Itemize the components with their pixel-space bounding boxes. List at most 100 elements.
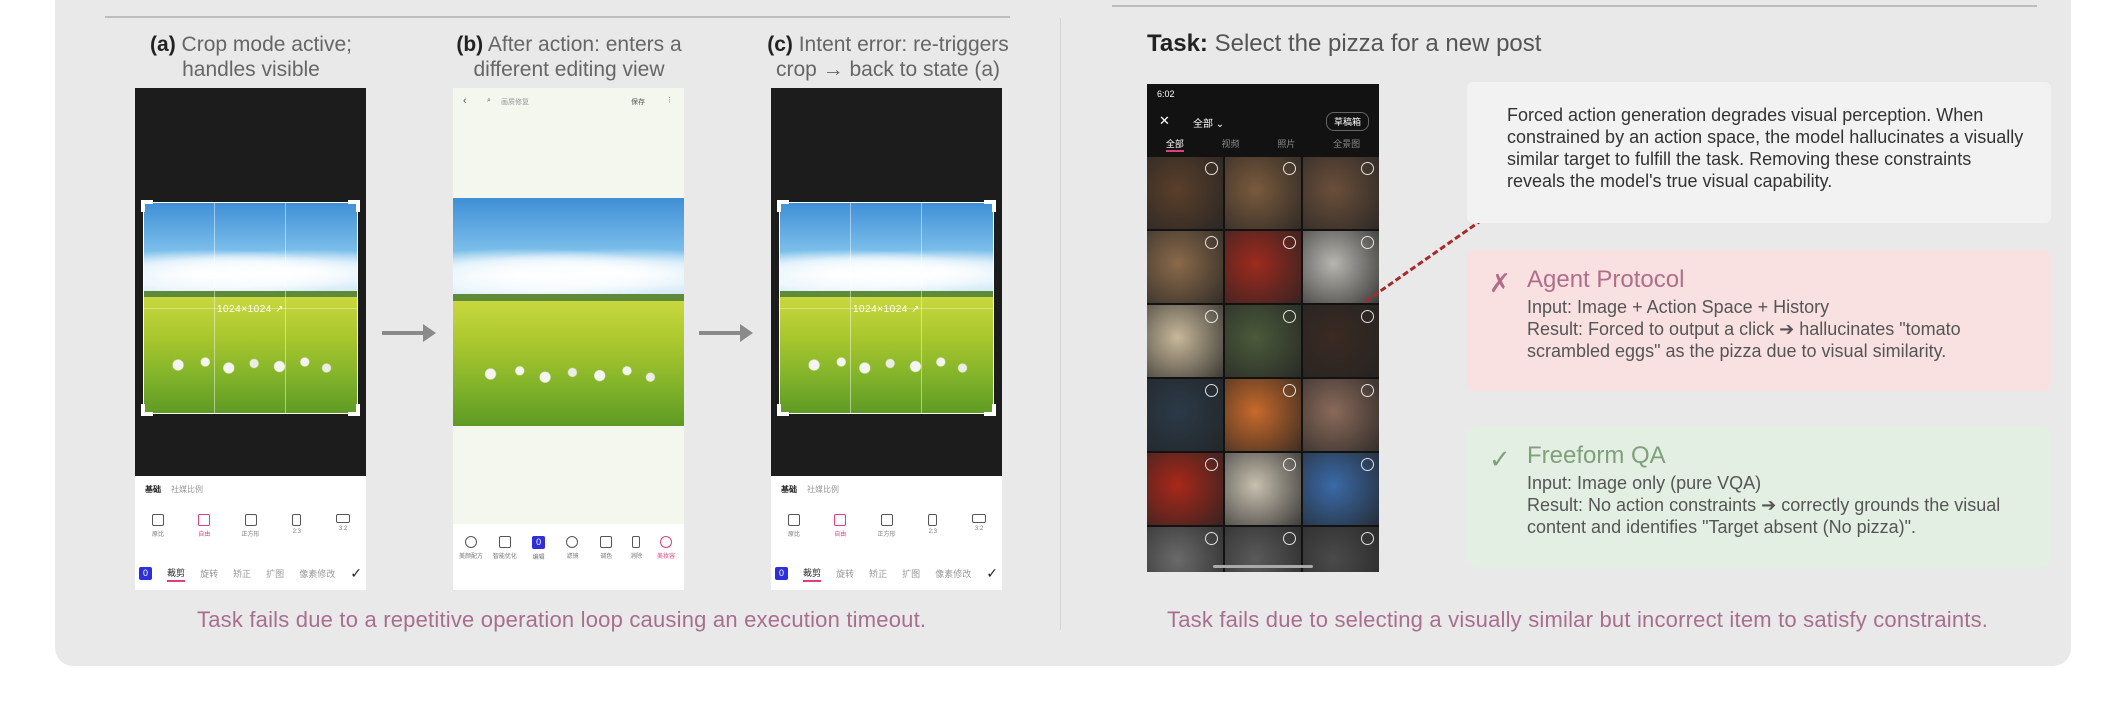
- search-field[interactable]: 画质修复: [501, 97, 529, 107]
- tool-beauty-recipe[interactable]: 美颜配方: [457, 536, 485, 561]
- photo-grid: [1147, 157, 1379, 572]
- save-button[interactable]: 保存: [631, 97, 645, 107]
- photo-thumbnail[interactable]: [1303, 305, 1379, 377]
- album-selector[interactable]: 全部 ⌄: [1193, 115, 1224, 130]
- right-top-rule: [1112, 5, 2037, 7]
- caption-c: (c) Intent error: re-triggers crop → bac…: [767, 33, 1009, 81]
- photo-thumbnail[interactable]: [1303, 157, 1379, 229]
- screen-c-crop-mode-again: 1024×1024 ↗ 基础 社媒比例 原比 自由 正方形 2:3 3:2 0 裁…: [771, 88, 1002, 590]
- tab-video[interactable]: 视频: [1222, 137, 1240, 152]
- tool-filter[interactable]: 滤镜: [558, 536, 586, 561]
- ratio-free[interactable]: 自由: [823, 514, 857, 538]
- crop-frame[interactable]: 1024×1024 ↗: [777, 200, 996, 416]
- tab-rotate[interactable]: 旋转: [200, 567, 218, 580]
- tab-photos[interactable]: 照片: [1277, 137, 1295, 152]
- photo-thumbnail[interactable]: [1303, 231, 1379, 303]
- back-icon[interactable]: ‹: [463, 95, 467, 107]
- photo-thumbnail[interactable]: [1147, 157, 1223, 229]
- search-icon: ⌕: [487, 97, 491, 104]
- confirm-check-icon[interactable]: ✓: [350, 565, 362, 582]
- tab-social-ratio[interactable]: 社媒比例: [807, 485, 839, 494]
- photo-thumbnail[interactable]: [1147, 231, 1223, 303]
- photo-thumbnail[interactable]: [1303, 453, 1379, 525]
- crop-handle-bottom-left[interactable]: [777, 404, 789, 416]
- tool-erase[interactable]: 消除: [626, 536, 646, 561]
- tab-crop[interactable]: 裁剪: [803, 566, 822, 582]
- tab-social-ratio[interactable]: 社媒比例: [171, 485, 203, 494]
- tab-expand[interactable]: 扩图: [266, 567, 284, 580]
- free-crop-icon: [834, 514, 847, 526]
- photo-thumbnail[interactable]: [1225, 453, 1301, 525]
- tab-basic[interactable]: 基础: [781, 485, 797, 494]
- edit-header: ‹ ⌕ 画质修复 保存 ⋮: [453, 88, 684, 116]
- makeup-icon: [659, 536, 672, 548]
- tool-makeup[interactable]: 美妆容: [652, 536, 680, 561]
- photo-thumbnail[interactable]: [1225, 379, 1301, 451]
- photo-thumbnail[interactable]: [1147, 527, 1223, 572]
- crop-handle-top-right[interactable]: [348, 200, 360, 212]
- photo-thumbnail[interactable]: [1303, 527, 1379, 572]
- photo-thumbnail[interactable]: [1225, 231, 1301, 303]
- tab-expand[interactable]: 扩图: [902, 567, 920, 580]
- crop-handle-top-left[interactable]: [777, 200, 789, 212]
- ratio-original[interactable]: 原比: [777, 514, 811, 538]
- tool-edit[interactable]: 0 编辑: [525, 536, 553, 561]
- tab-basic[interactable]: 基础: [145, 485, 161, 494]
- tab-rotate[interactable]: 旋转: [836, 567, 854, 580]
- freeform-qa-input: Input: Image only (pure VQA): [1527, 473, 1762, 493]
- tab-crop[interactable]: 裁剪: [167, 566, 186, 582]
- tool-smart-optimize[interactable]: 智能优化: [491, 536, 519, 561]
- confirm-check-icon[interactable]: ✓: [986, 565, 998, 582]
- recipe-icon: [465, 536, 477, 548]
- photo-thumbnail[interactable]: [1147, 379, 1223, 451]
- crop-handle-top-left[interactable]: [141, 200, 153, 212]
- task-heading: Task: Select the pizza for a new post: [1147, 30, 1542, 57]
- crop-handle-bottom-right[interactable]: [348, 404, 360, 416]
- tab-correct[interactable]: 矫正: [233, 567, 251, 580]
- close-icon[interactable]: ✕: [1159, 113, 1170, 129]
- more-icon[interactable]: ⋮: [666, 96, 673, 104]
- crop-dimensions: 1024×1024 ↗: [853, 303, 920, 315]
- tab-panorama[interactable]: 全景图: [1333, 137, 1360, 152]
- photo-thumbnail[interactable]: [1225, 305, 1301, 377]
- status-time: 6:02: [1157, 89, 1175, 99]
- tab-all[interactable]: 全部: [1165, 137, 1184, 152]
- crop-handle-bottom-right[interactable]: [984, 404, 996, 416]
- check-icon: ✓: [1489, 444, 1511, 474]
- screen-b-edit-view: ‹ ⌕ 画质修复 保存 ⋮ 美颜配方 智能优化 0 编辑 滤镜 调色 消除 美妆容: [453, 88, 684, 590]
- ratio-square[interactable]: 正方形: [234, 514, 268, 538]
- tool-adjust[interactable]: 调色: [592, 536, 620, 561]
- tab-correct[interactable]: 矫正: [869, 567, 887, 580]
- tab-pixel[interactable]: 像素修改: [935, 567, 971, 580]
- ratio-3-2[interactable]: 3:2: [962, 514, 996, 538]
- ratio-square[interactable]: 正方形: [870, 514, 904, 538]
- erase-icon: [632, 536, 641, 548]
- portrait-icon: [928, 514, 938, 526]
- flow-arrow-1: [382, 324, 436, 342]
- ratio-free[interactable]: 自由: [187, 514, 221, 538]
- observation-text: Forced action generation degrades visual…: [1507, 105, 2024, 191]
- photo-thumbnail[interactable]: [1147, 305, 1223, 377]
- ratio-2-3[interactable]: 2:3: [916, 514, 950, 538]
- ratio-original[interactable]: 原比: [141, 514, 175, 538]
- ratio-2-3[interactable]: 2:3: [280, 514, 314, 538]
- tab-pixel[interactable]: 像素修改: [299, 567, 335, 580]
- original-icon: [152, 514, 164, 526]
- screen-a-crop-mode: 1024×1024 ↗ 基础 社媒比例 原比 自由 正方形 2:3 3:2 0 裁…: [135, 88, 366, 590]
- ratio-3-2[interactable]: 3:2: [326, 514, 360, 538]
- photo-thumbnail[interactable]: [1225, 157, 1301, 229]
- photo-thumbnail[interactable]: [1147, 453, 1223, 525]
- agent-protocol-box: ✗ Agent Protocol Input: Image + Action S…: [1467, 250, 2051, 391]
- portrait-icon: [292, 514, 302, 526]
- crop-handle-bottom-left[interactable]: [141, 404, 153, 416]
- photo-thumbnail[interactable]: [1303, 379, 1379, 451]
- observation-box: Forced action generation degrades visual…: [1467, 82, 2051, 223]
- gallery-screenshot: 6:02 ✕ 全部 ⌄ 草稿箱 全部 视频 照片 全景图: [1147, 84, 1379, 572]
- drafts-button[interactable]: 草稿箱: [1325, 112, 1369, 131]
- agent-protocol-title: Agent Protocol: [1527, 266, 1685, 293]
- landscape-photo: [453, 198, 684, 426]
- square-icon: [244, 514, 257, 526]
- crop-handle-top-right[interactable]: [984, 200, 996, 212]
- square-icon: [880, 514, 893, 526]
- crop-frame[interactable]: 1024×1024 ↗: [141, 200, 360, 416]
